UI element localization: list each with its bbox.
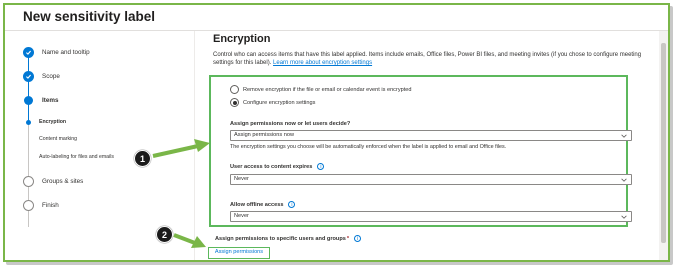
callout-arrow-1 xyxy=(152,139,210,158)
radio-configure-encryption[interactable]: Configure encryption settings xyxy=(230,98,315,107)
substep-content-marking[interactable]: Content marking xyxy=(39,136,77,142)
specific-users-label: Assign permissions to specific users and… xyxy=(215,235,362,242)
check-icon xyxy=(23,71,34,82)
step-scope[interactable]: Scope xyxy=(23,71,60,82)
step-pending-icon xyxy=(23,200,34,211)
substep-auto-labeling[interactable]: Auto-labeling for files and emails xyxy=(39,154,114,160)
info-icon[interactable]: i xyxy=(354,235,362,242)
step-finish[interactable]: Finish xyxy=(23,200,59,211)
step-pending-icon xyxy=(23,176,34,187)
dropdown-value: Never xyxy=(234,176,249,182)
current-substep-icon xyxy=(26,120,31,125)
check-icon xyxy=(23,47,34,58)
callout-badge-1: 1 xyxy=(134,150,151,167)
substep-encryption[interactable]: Encryption xyxy=(39,119,66,125)
dropdown-value: Assign permissions now xyxy=(234,132,295,138)
offline-label-text: Allow offline access xyxy=(230,201,284,208)
step-label: Items xyxy=(42,97,59,104)
info-icon[interactable]: i xyxy=(288,201,296,208)
chevron-down-icon xyxy=(621,134,627,138)
expires-dropdown[interactable]: Never xyxy=(230,174,632,185)
scrollbar-thumb[interactable] xyxy=(661,43,666,243)
chevron-down-icon xyxy=(621,178,627,182)
step-items[interactable]: Items xyxy=(23,96,58,105)
step-name-and-tooltip[interactable]: Name and tooltip xyxy=(23,47,90,58)
info-icon[interactable]: i xyxy=(317,163,325,170)
assign-permissions-dropdown[interactable]: Assign permissions now xyxy=(230,130,632,141)
vertical-scrollbar[interactable] xyxy=(659,31,668,260)
step-label: Name and tooltip xyxy=(42,49,90,56)
assign-question-label: Assign permissions now or let users deci… xyxy=(230,121,350,127)
radio-label: Configure encryption settings xyxy=(243,99,316,106)
section-description: Control who can access items that have t… xyxy=(213,51,653,68)
radio-label: Remove encryption if the file or email o… xyxy=(243,86,412,93)
wizard-header: New sensitivity label xyxy=(5,5,668,31)
step-label: Finish xyxy=(42,202,59,209)
chevron-down-icon xyxy=(621,215,627,219)
section-title: Encryption xyxy=(213,33,271,45)
callout-badge-2: 2 xyxy=(156,226,173,243)
expires-label: User access to content expires i xyxy=(230,163,325,170)
stepper-rail-progress xyxy=(28,51,29,123)
radio-remove-encryption[interactable]: Remove encryption if the file or email o… xyxy=(230,85,412,94)
step-groups-and-sites[interactable]: Groups & sites xyxy=(23,176,83,187)
assign-helper-text: The encryption settings you choose will … xyxy=(230,144,507,150)
step-label: Scope xyxy=(42,73,60,80)
specific-users-text: Assign permissions to specific users and… xyxy=(215,235,346,242)
callout-arrow-2 xyxy=(173,233,206,248)
assign-permissions-button[interactable]: Assign permissions xyxy=(208,247,270,259)
expires-label-text: User access to content expires xyxy=(230,163,313,170)
wizard-window: New sensitivity label Name and tooltip S… xyxy=(3,3,670,262)
page-title: New sensitivity label xyxy=(23,9,156,24)
radio-button[interactable] xyxy=(230,85,239,94)
current-step-icon xyxy=(24,96,33,105)
encryption-panel: Encryption Control who can access items … xyxy=(196,31,659,260)
assign-question-text: Assign permissions now or let users deci… xyxy=(230,121,351,127)
radio-button-selected[interactable] xyxy=(230,98,239,107)
dropdown-value: Never xyxy=(234,213,249,219)
step-label: Groups & sites xyxy=(42,178,84,185)
required-mark: * xyxy=(346,235,350,242)
offline-access-dropdown[interactable]: Never xyxy=(230,211,632,222)
encryption-settings-highlight: Remove encryption if the file or email o… xyxy=(209,75,632,227)
learn-more-link[interactable]: Learn more about encryption settings xyxy=(273,60,372,66)
offline-access-label: Allow offline access i xyxy=(230,201,296,208)
